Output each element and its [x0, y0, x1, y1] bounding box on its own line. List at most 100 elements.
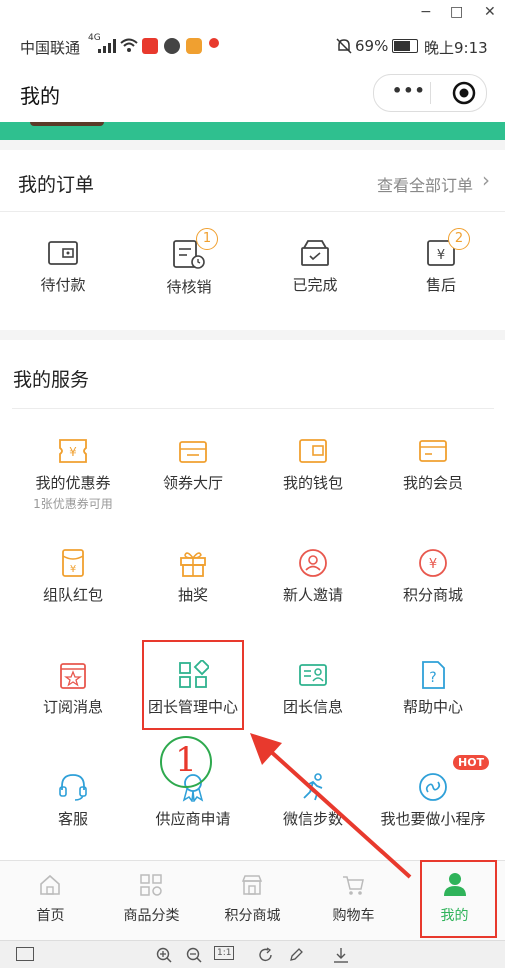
service-label: 供应商申请: [155, 810, 231, 828]
order-badge: 2: [448, 228, 470, 250]
hot-badge: HOT: [453, 755, 490, 770]
services-title: 我的服务: [13, 369, 90, 391]
order-item-completed[interactable]: 已完成: [252, 238, 378, 295]
battery-percent: 69%: [355, 37, 389, 55]
miniprogram-icon: [419, 773, 447, 801]
svg-text:¥: ¥: [70, 564, 76, 575]
tab-label: 积分商城: [224, 908, 281, 924]
clock: 晚上9:13: [424, 39, 488, 57]
pin-icon: [209, 38, 219, 48]
service-sublabel: 1张优惠券可用: [33, 497, 113, 511]
menu-capsule: •••: [373, 74, 487, 112]
service-label: 团长信息: [282, 698, 343, 716]
mute-bell-icon: [336, 38, 352, 54]
page-title: 我的: [20, 84, 60, 108]
download-icon[interactable]: [332, 946, 350, 964]
order-item-after-sale[interactable]: ¥ 2 售后: [378, 228, 504, 295]
service-label: 帮助中心: [402, 698, 463, 716]
headset-icon: [59, 774, 87, 801]
service-points-mall[interactable]: ¥ 积分商城: [370, 548, 496, 605]
window-controls: − □ ✕: [0, 0, 505, 28]
service-label: 订阅消息: [42, 698, 103, 716]
highlight-box-tab: [420, 860, 497, 938]
app-notify-icon: [142, 38, 158, 54]
service-my-coupons[interactable]: ¥ 我的优惠券 1张优惠券可用: [10, 436, 136, 512]
service-team-red-packet[interactable]: ¥ 组队红包: [10, 548, 136, 605]
wifi-icon: [120, 38, 138, 52]
screen-icon[interactable]: [16, 947, 34, 961]
service-help-center[interactable]: ? 帮助中心: [370, 660, 496, 717]
chevron-right-icon[interactable]: ›: [482, 168, 490, 192]
maximize-button[interactable]: □: [450, 4, 463, 20]
tab-categories[interactable]: 商品分类: [101, 861, 202, 941]
service-label: 积分商城: [402, 586, 463, 604]
wallet-icon: [299, 439, 327, 463]
service-subscribe-messages[interactable]: 订阅消息: [10, 660, 136, 717]
svg-text:¥: ¥: [429, 557, 437, 572]
service-my-membership[interactable]: 我的会员: [370, 436, 496, 493]
rotate-icon[interactable]: [258, 947, 274, 963]
gift-icon: [180, 552, 206, 577]
box-check-icon: [301, 240, 329, 266]
home-icon: [40, 874, 60, 895]
svg-text:¥: ¥: [437, 248, 445, 263]
service-label: 抽奖: [177, 586, 208, 604]
service-label: 组队红包: [42, 586, 103, 604]
coupon-hall-icon: [179, 441, 207, 463]
step-number: 1: [175, 740, 197, 780]
carrier-label: 中国联通: [20, 39, 81, 57]
red-packet-icon: ¥: [62, 549, 84, 577]
actual-size-button[interactable]: 1:1: [214, 946, 235, 960]
shield-app-icon: [186, 38, 202, 54]
tab-home[interactable]: 首页: [0, 861, 101, 941]
order-item-label: 待核销: [166, 278, 212, 296]
minimize-button[interactable]: −: [420, 4, 432, 20]
service-label: 新人邀请: [282, 586, 343, 604]
viewer-toolbar: 1:1: [0, 940, 505, 968]
capsule-divider: [430, 82, 431, 104]
edit-pen-icon[interactable]: [288, 947, 304, 963]
help-doc-icon: ?: [422, 661, 445, 689]
subscribe-star-icon: [60, 663, 86, 689]
view-all-orders-link[interactable]: 查看全部订单: [377, 172, 473, 196]
order-item-label: 已完成: [292, 276, 338, 294]
tab-label: 首页: [36, 908, 65, 924]
order-item-to-verify[interactable]: 1 待核销: [126, 228, 252, 297]
phone-status-bar: 中国联通 4G 69% 晚上9:13: [0, 28, 505, 64]
highlight-box: [142, 640, 244, 730]
service-leader-info[interactable]: 团长信息: [250, 660, 376, 717]
battery-icon: [392, 39, 418, 53]
order-item-pending-payment[interactable]: 待付款: [0, 238, 126, 295]
orders-divider: [0, 211, 505, 212]
wallet-icon: [48, 241, 78, 265]
service-label: 我的优惠券: [35, 474, 111, 492]
service-label: 领券大厅: [162, 474, 223, 492]
service-my-wallet[interactable]: 我的钱包: [250, 436, 376, 493]
order-badge: 1: [196, 228, 218, 250]
red-arrow-annotation: [250, 733, 412, 879]
tab-label: 购物车: [332, 908, 375, 924]
close-button[interactable]: ✕: [484, 4, 496, 20]
service-new-user-invite[interactable]: 新人邀请: [250, 548, 376, 605]
svg-text:¥: ¥: [69, 445, 77, 459]
yen-circle-icon: ¥: [419, 549, 447, 577]
close-miniprogram-icon[interactable]: [452, 81, 476, 105]
service-label: 我的会员: [402, 474, 463, 492]
more-icon[interactable]: •••: [392, 81, 426, 100]
header-avatar-edge: [30, 122, 104, 126]
zoom-out-icon[interactable]: [186, 947, 202, 963]
zoom-in-icon[interactable]: [156, 947, 172, 963]
service-coupon-hall[interactable]: 领券大厅: [130, 436, 256, 493]
profile-header-band: [0, 122, 505, 140]
coupon-icon: ¥: [59, 439, 87, 463]
step-number-circle: 1: [160, 736, 212, 788]
order-item-label: 售后: [425, 276, 456, 294]
tab-label: 商品分类: [123, 908, 180, 924]
service-lottery[interactable]: 抽奖: [130, 548, 256, 605]
invite-user-icon: [299, 549, 327, 577]
location-app-icon: [164, 38, 180, 54]
order-item-label: 待付款: [40, 276, 86, 294]
category-icon: [140, 874, 162, 896]
id-card-icon: [299, 664, 327, 686]
service-customer-support[interactable]: 客服: [10, 772, 136, 829]
